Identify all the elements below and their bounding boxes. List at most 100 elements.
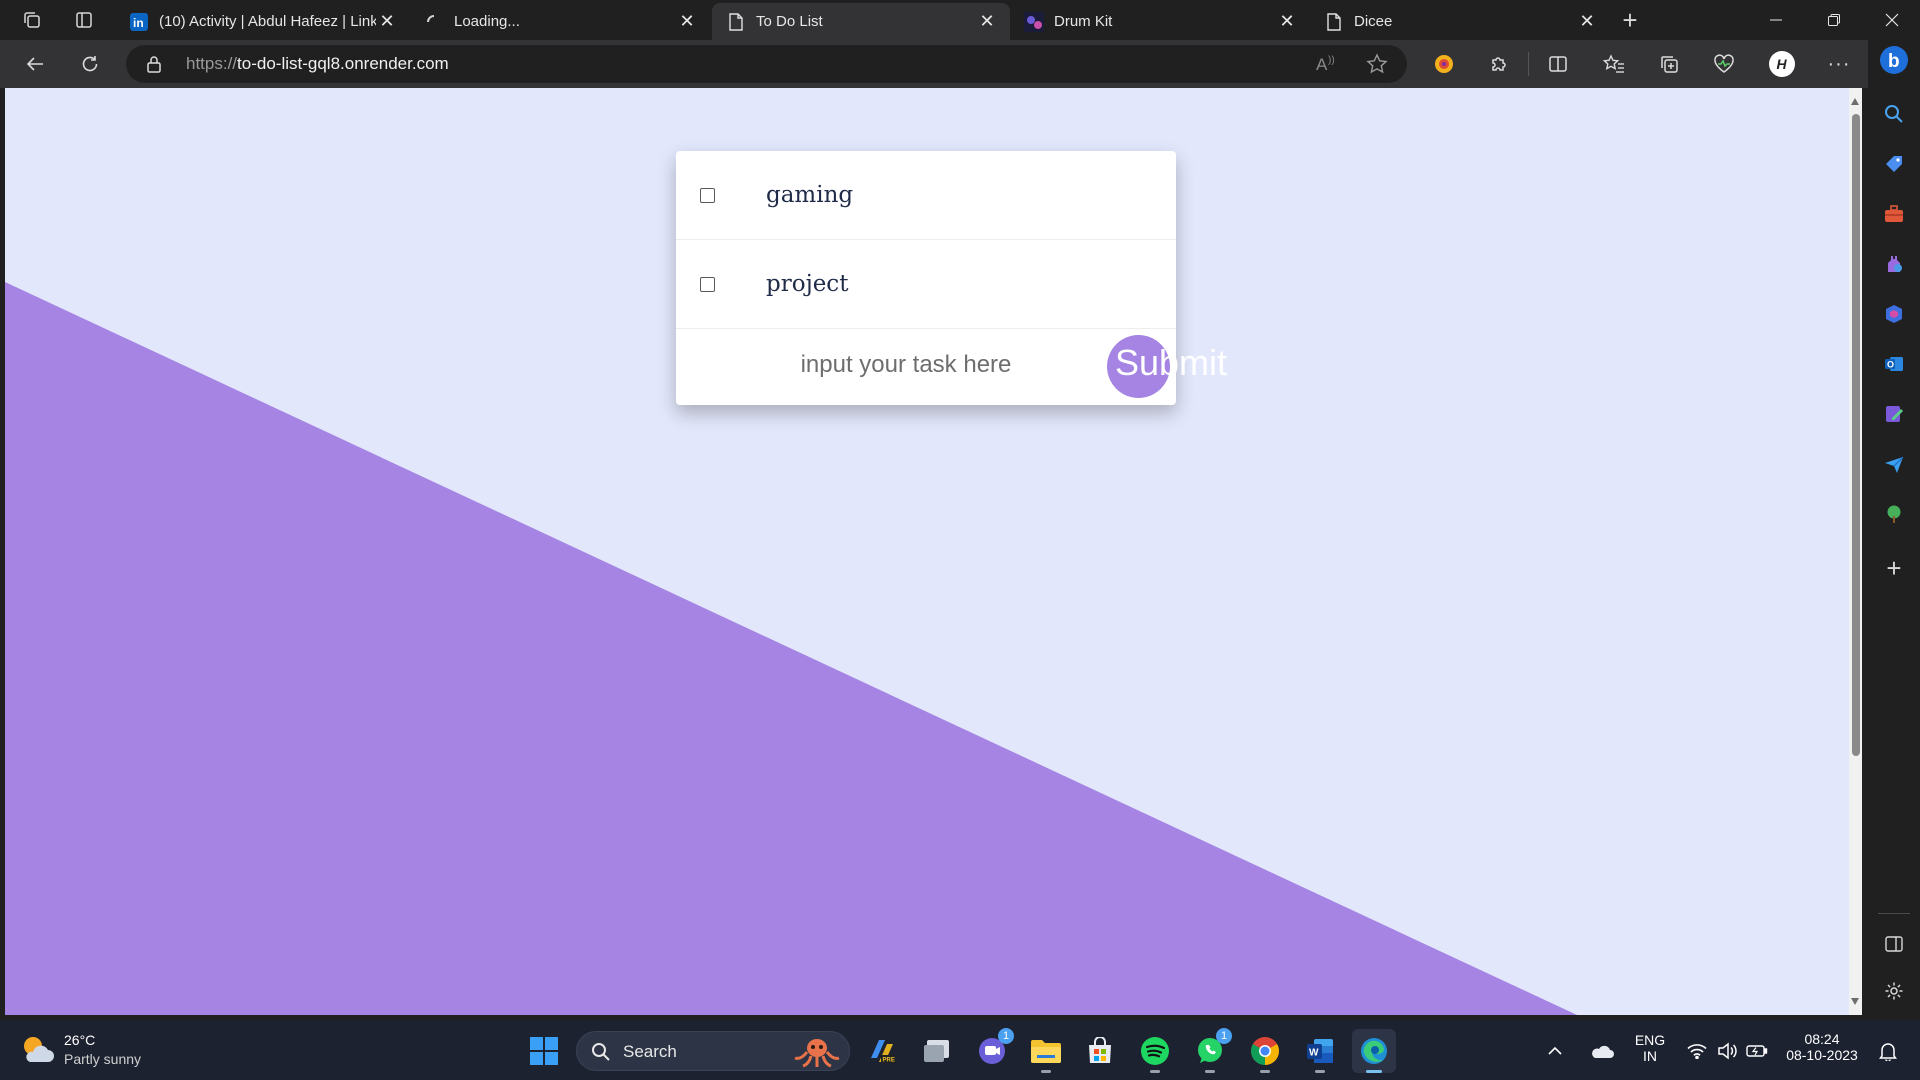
close-tab-icon[interactable]: ✕ [376,11,398,33]
profile-avatar[interactable]: H [1765,48,1799,80]
clock-time: 08:24 [1804,1031,1840,1047]
search-icon [591,1042,611,1067]
taskbar-search-box[interactable]: Search [576,1031,850,1071]
send-plane-icon[interactable] [1878,448,1910,480]
search-icon[interactable] [1878,98,1910,130]
lock-icon[interactable] [146,55,164,73]
refresh-icon[interactable] [73,48,107,80]
hide-sidebar-icon[interactable] [1878,928,1910,960]
restore-icon[interactable] [1806,0,1862,40]
linkedin-icon: in [129,12,149,32]
task-label: gaming [766,182,854,208]
shopping-tag-icon[interactable] [1878,148,1910,180]
teams-chat-icon[interactable]: 1 [970,1028,1014,1073]
tab-title: Drum Kit [1054,13,1113,30]
tab-to-do-list[interactable]: To Do List ✕ [712,3,1010,40]
task-checkbox[interactable] [700,276,715,292]
games-icon[interactable] [1878,248,1910,280]
page-scrollbar[interactable] [1849,88,1862,1015]
task-view-icon[interactable] [915,1029,959,1073]
add-sidebar-app-icon[interactable]: + [1878,552,1910,584]
tab-title: To Do List [756,13,823,30]
copilot-preview-icon[interactable]: PRE [860,1029,904,1073]
tab-loading[interactable]: Loading... ✕ [410,3,710,40]
submit-button-label[interactable]: Submit [1115,342,1227,384]
notification-badge: 1 [1216,1028,1232,1044]
page-icon [726,12,746,32]
svg-text:O: O [1887,360,1894,370]
svg-text:b: b [1888,51,1900,72]
task-label: project [766,271,849,297]
back-icon[interactable] [18,48,52,80]
system-clock[interactable]: 08:24 08-10-2023 [1780,1031,1864,1063]
split-screen-icon[interactable] [1541,48,1575,80]
onedrive-cloud-icon[interactable] [1584,1029,1620,1073]
volume-icon[interactable] [1712,1029,1742,1073]
settings-gear-icon[interactable] [1878,975,1910,1007]
svg-text:H: H [1777,56,1788,72]
outlook-icon[interactable]: O [1878,348,1910,380]
word-icon[interactable]: W [1298,1029,1342,1073]
input-language-indicator[interactable]: ENG IN [1630,1032,1670,1064]
task-input[interactable] [736,345,1076,385]
close-tab-icon[interactable]: ✕ [1576,11,1598,33]
new-tab-icon[interactable]: + [1612,4,1648,36]
scroll-up-icon[interactable] [1851,98,1859,105]
task-checkbox[interactable] [700,187,715,203]
wifi-icon[interactable] [1682,1029,1712,1073]
svg-text:in: in [133,16,144,30]
notification-badge: 1 [998,1028,1014,1044]
tab-drum-kit[interactable]: Drum Kit ✕ [1010,3,1310,40]
tree-icon[interactable] [1878,498,1910,530]
performance-heart-icon[interactable] [1707,48,1741,80]
svg-text:PRE: PRE [883,1058,895,1064]
file-explorer-icon[interactable] [1024,1029,1068,1073]
tab-linkedin[interactable]: in (10) Activity | Abdul Hafeez | Link ✕ [115,3,410,40]
tab-title: Dicee [1354,13,1393,30]
favorite-star-icon[interactable] [1366,53,1388,80]
url-text[interactable]: https://to-do-list-gql8.onrender.com [186,54,449,74]
weather-widget[interactable]: 26°C Partly sunny [20,1030,200,1072]
minimize-icon[interactable] [1748,0,1804,40]
address-bar[interactable]: https://to-do-list-gql8.onrender.com A)) [126,45,1407,83]
windows-taskbar: 26°C Partly sunny Search PRE 1 1 W ENG I… [0,1020,1920,1080]
notifications-bell-icon[interactable] [1870,1029,1906,1073]
drop-note-icon[interactable] [1878,398,1910,430]
loading-spinner-icon [424,12,444,32]
favorites-icon[interactable] [1597,48,1631,80]
todo-card: gaming project [676,151,1176,405]
tab-title: (10) Activity | Abdul Hafeez | Link [159,13,376,30]
tab-dicee[interactable]: Dicee ✕ [1310,3,1610,40]
tab-actions-icon[interactable] [66,4,102,36]
close-tab-icon[interactable]: ✕ [676,11,698,33]
microsoft-365-icon[interactable] [1878,298,1910,330]
close-tab-icon[interactable]: ✕ [976,11,998,33]
scrollbar-thumb[interactable] [1852,114,1860,756]
extensions-puzzle-icon[interactable] [1482,48,1516,80]
chrome-icon[interactable] [1243,1029,1287,1073]
workspaces-icon[interactable] [14,4,50,36]
scroll-down-icon[interactable] [1851,998,1859,1005]
read-aloud-icon[interactable]: A)) [1316,54,1338,79]
extension-colorful-icon[interactable] [1427,48,1461,80]
page-icon [1324,12,1344,32]
tools-briefcase-icon[interactable] [1878,198,1910,230]
more-options-icon[interactable]: ··· [1822,48,1856,80]
weather-temperature: 26°C [64,1032,96,1048]
svg-text:)): )) [1328,55,1335,66]
collections-icon[interactable] [1652,48,1686,80]
running-indicator [1041,1070,1051,1073]
whatsapp-icon[interactable]: 1 [1188,1028,1232,1073]
bing-copilot-icon[interactable]: b [1878,44,1910,76]
battery-charging-icon[interactable] [1742,1029,1772,1073]
spotify-icon[interactable] [1133,1029,1177,1073]
microsoft-store-icon[interactable] [1078,1029,1122,1073]
task-item: gaming [676,151,1176,240]
start-windows-icon[interactable] [522,1029,566,1073]
close-window-icon[interactable] [1864,0,1920,40]
show-hidden-icons-chevron-icon[interactable] [1540,1029,1570,1073]
language-line1: ENG [1634,1032,1666,1048]
close-tab-icon[interactable]: ✕ [1276,11,1298,33]
edge-icon[interactable] [1352,1029,1396,1073]
clock-date: 08-10-2023 [1786,1047,1858,1063]
